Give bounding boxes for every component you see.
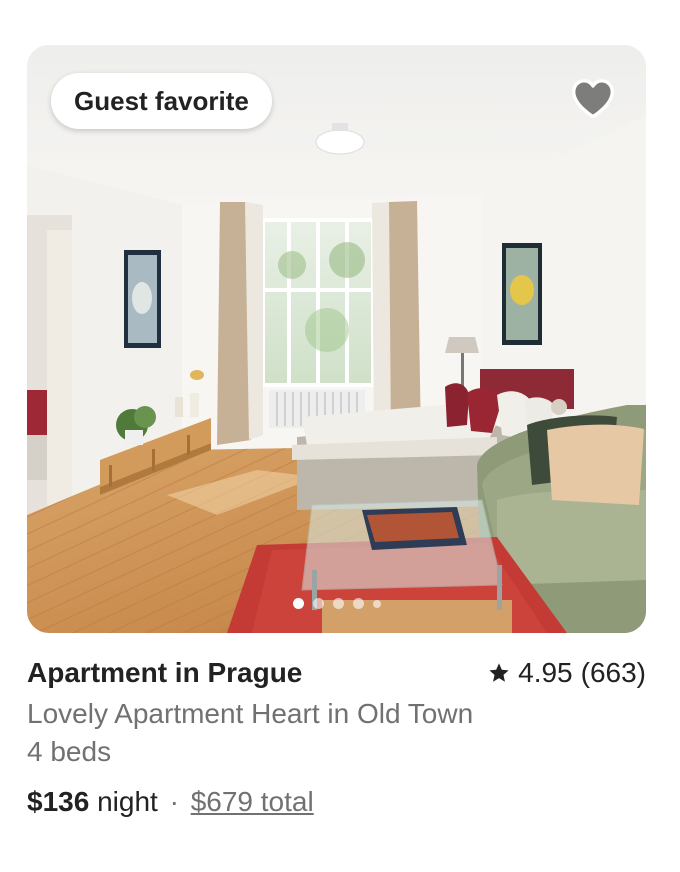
carousel-dot[interactable] (372, 599, 381, 608)
listing-photo-carousel[interactable]: Guest favorite (27, 45, 646, 633)
listing-title: Apartment in Prague (27, 657, 303, 688)
listing-beds: 4 beds (27, 736, 112, 767)
listing-photo (27, 45, 646, 633)
price-unit: night (97, 786, 158, 817)
carousel-dot[interactable] (312, 598, 324, 609)
price-row: $136 night · $679 total (27, 786, 646, 818)
rating-count: (663) (580, 657, 646, 688)
carousel-dot[interactable] (332, 598, 344, 609)
star-icon (489, 663, 509, 682)
listing-header-row: Apartment in Prague 4.95 (663) (27, 657, 646, 693)
guest-favorite-badge: Guest favorite (51, 73, 272, 129)
total-price-link[interactable]: $679 total (191, 786, 314, 817)
nightly-price: $136 (27, 786, 90, 817)
carousel-dot[interactable] (352, 598, 364, 609)
favorite-button[interactable] (570, 75, 616, 121)
carousel-dots (27, 598, 646, 609)
listing-card[interactable]: Guest favorite Apartment in Prague 4.95 … (27, 45, 646, 818)
carousel-dot[interactable] (292, 598, 304, 609)
rating-value: 4.95 (518, 657, 573, 688)
listing-rating: 4.95 (663) (488, 657, 646, 689)
heart-icon (572, 79, 614, 118)
listing-subtitle: Lovely Apartment Heart in Old Town (27, 698, 474, 729)
price-separator: · (169, 786, 179, 817)
